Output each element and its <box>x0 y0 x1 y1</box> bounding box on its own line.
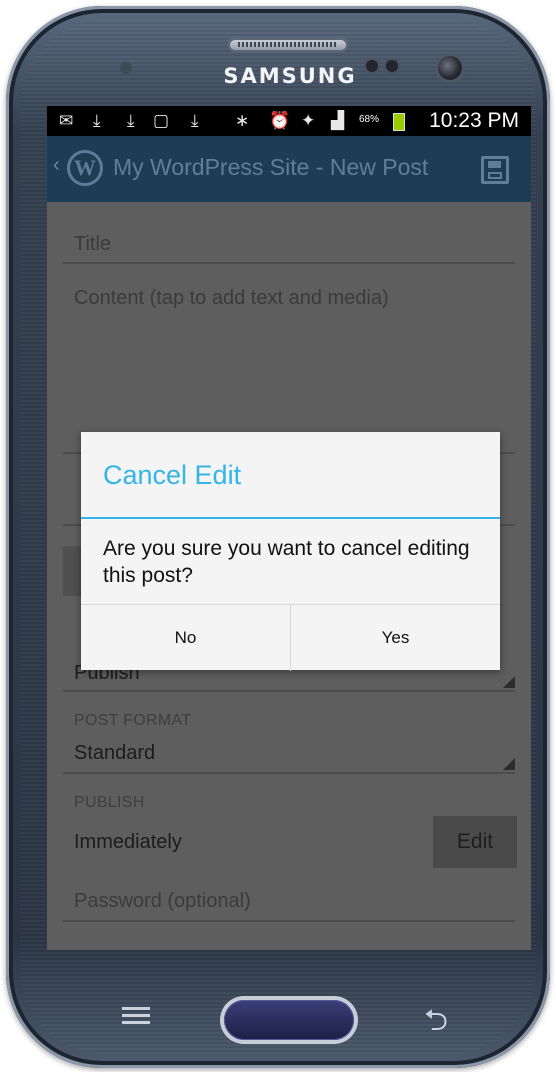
status-dropdown-icon[interactable] <box>503 676 515 688</box>
wifi-icon: ✦ <box>301 111 316 131</box>
back-key-icon[interactable]: ⮌ <box>424 998 448 1049</box>
publish-value: Immediately <box>74 831 182 853</box>
no-button[interactable]: No <box>81 605 290 671</box>
publish-label: PUBLISH <box>74 794 145 811</box>
post-format-label: POST FORMAT <box>74 712 192 729</box>
post-format-select[interactable]: Standard <box>74 742 155 765</box>
download-icon: ⤓ <box>93 111 101 131</box>
battery-percent: 68% <box>359 114 380 125</box>
save-icon[interactable] <box>481 156 509 184</box>
battery-icon <box>393 113 405 131</box>
page-title: My WordPress Site - New Post <box>113 154 429 180</box>
title-input[interactable]: Title <box>74 233 111 256</box>
dialog-message: Are you sure you want to cancel editing … <box>103 537 470 587</box>
signal-icon: ▟ <box>331 111 345 131</box>
title-underline <box>63 262 515 264</box>
dialog-divider <box>81 517 500 519</box>
home-button[interactable] <box>224 1000 354 1040</box>
password-input[interactable]: Password (optional) <box>74 890 251 913</box>
edit-publish-button[interactable]: Edit <box>433 816 517 868</box>
dialog-title: Cancel Edit <box>103 460 242 490</box>
front-camera <box>438 56 462 80</box>
earpiece-speaker <box>228 38 348 52</box>
up-chevron-icon[interactable]: ‹ <box>53 154 60 177</box>
bluetooth-icon: ∗ <box>235 111 250 131</box>
menu-key-icon[interactable] <box>118 1004 154 1028</box>
screen: ✉ ⤓ ⤓ ▢ ⤓ ∗ ⏰ ✦ ▟ 68% 10:23 PM ‹ W My Wo… <box>47 106 531 950</box>
download-icon: ⤓ <box>191 111 199 131</box>
action-bar: ‹ W My WordPress Site - New Post <box>47 136 531 202</box>
password-underline <box>63 920 515 922</box>
download-icon: ⤓ <box>127 111 135 131</box>
light-sensor <box>386 60 398 72</box>
content-input[interactable]: Content (tap to add text and media) <box>74 287 389 310</box>
status-time: 10:23 PM <box>429 109 519 132</box>
post-format-underline <box>63 772 515 774</box>
status-bar: ✉ ⤓ ⤓ ▢ ⤓ ∗ ⏰ ✦ ▟ 68% 10:23 PM <box>47 106 531 136</box>
yes-button[interactable]: Yes <box>291 605 500 671</box>
status-underline <box>63 690 515 692</box>
brand-logo: SAMSUNG <box>223 64 357 88</box>
notification-led <box>120 62 132 74</box>
post-format-dropdown-icon[interactable] <box>503 758 515 770</box>
cancel-edit-dialog: Cancel Edit Are you sure you want to can… <box>81 432 500 671</box>
wordpress-logo-icon[interactable]: W <box>67 150 103 186</box>
notification-icon: ✉ <box>59 111 74 131</box>
dialog-button-row: No Yes <box>81 604 500 671</box>
file-download-icon: ▢ <box>153 111 170 131</box>
proximity-sensor <box>366 60 378 72</box>
alarm-icon: ⏰ <box>269 111 291 131</box>
